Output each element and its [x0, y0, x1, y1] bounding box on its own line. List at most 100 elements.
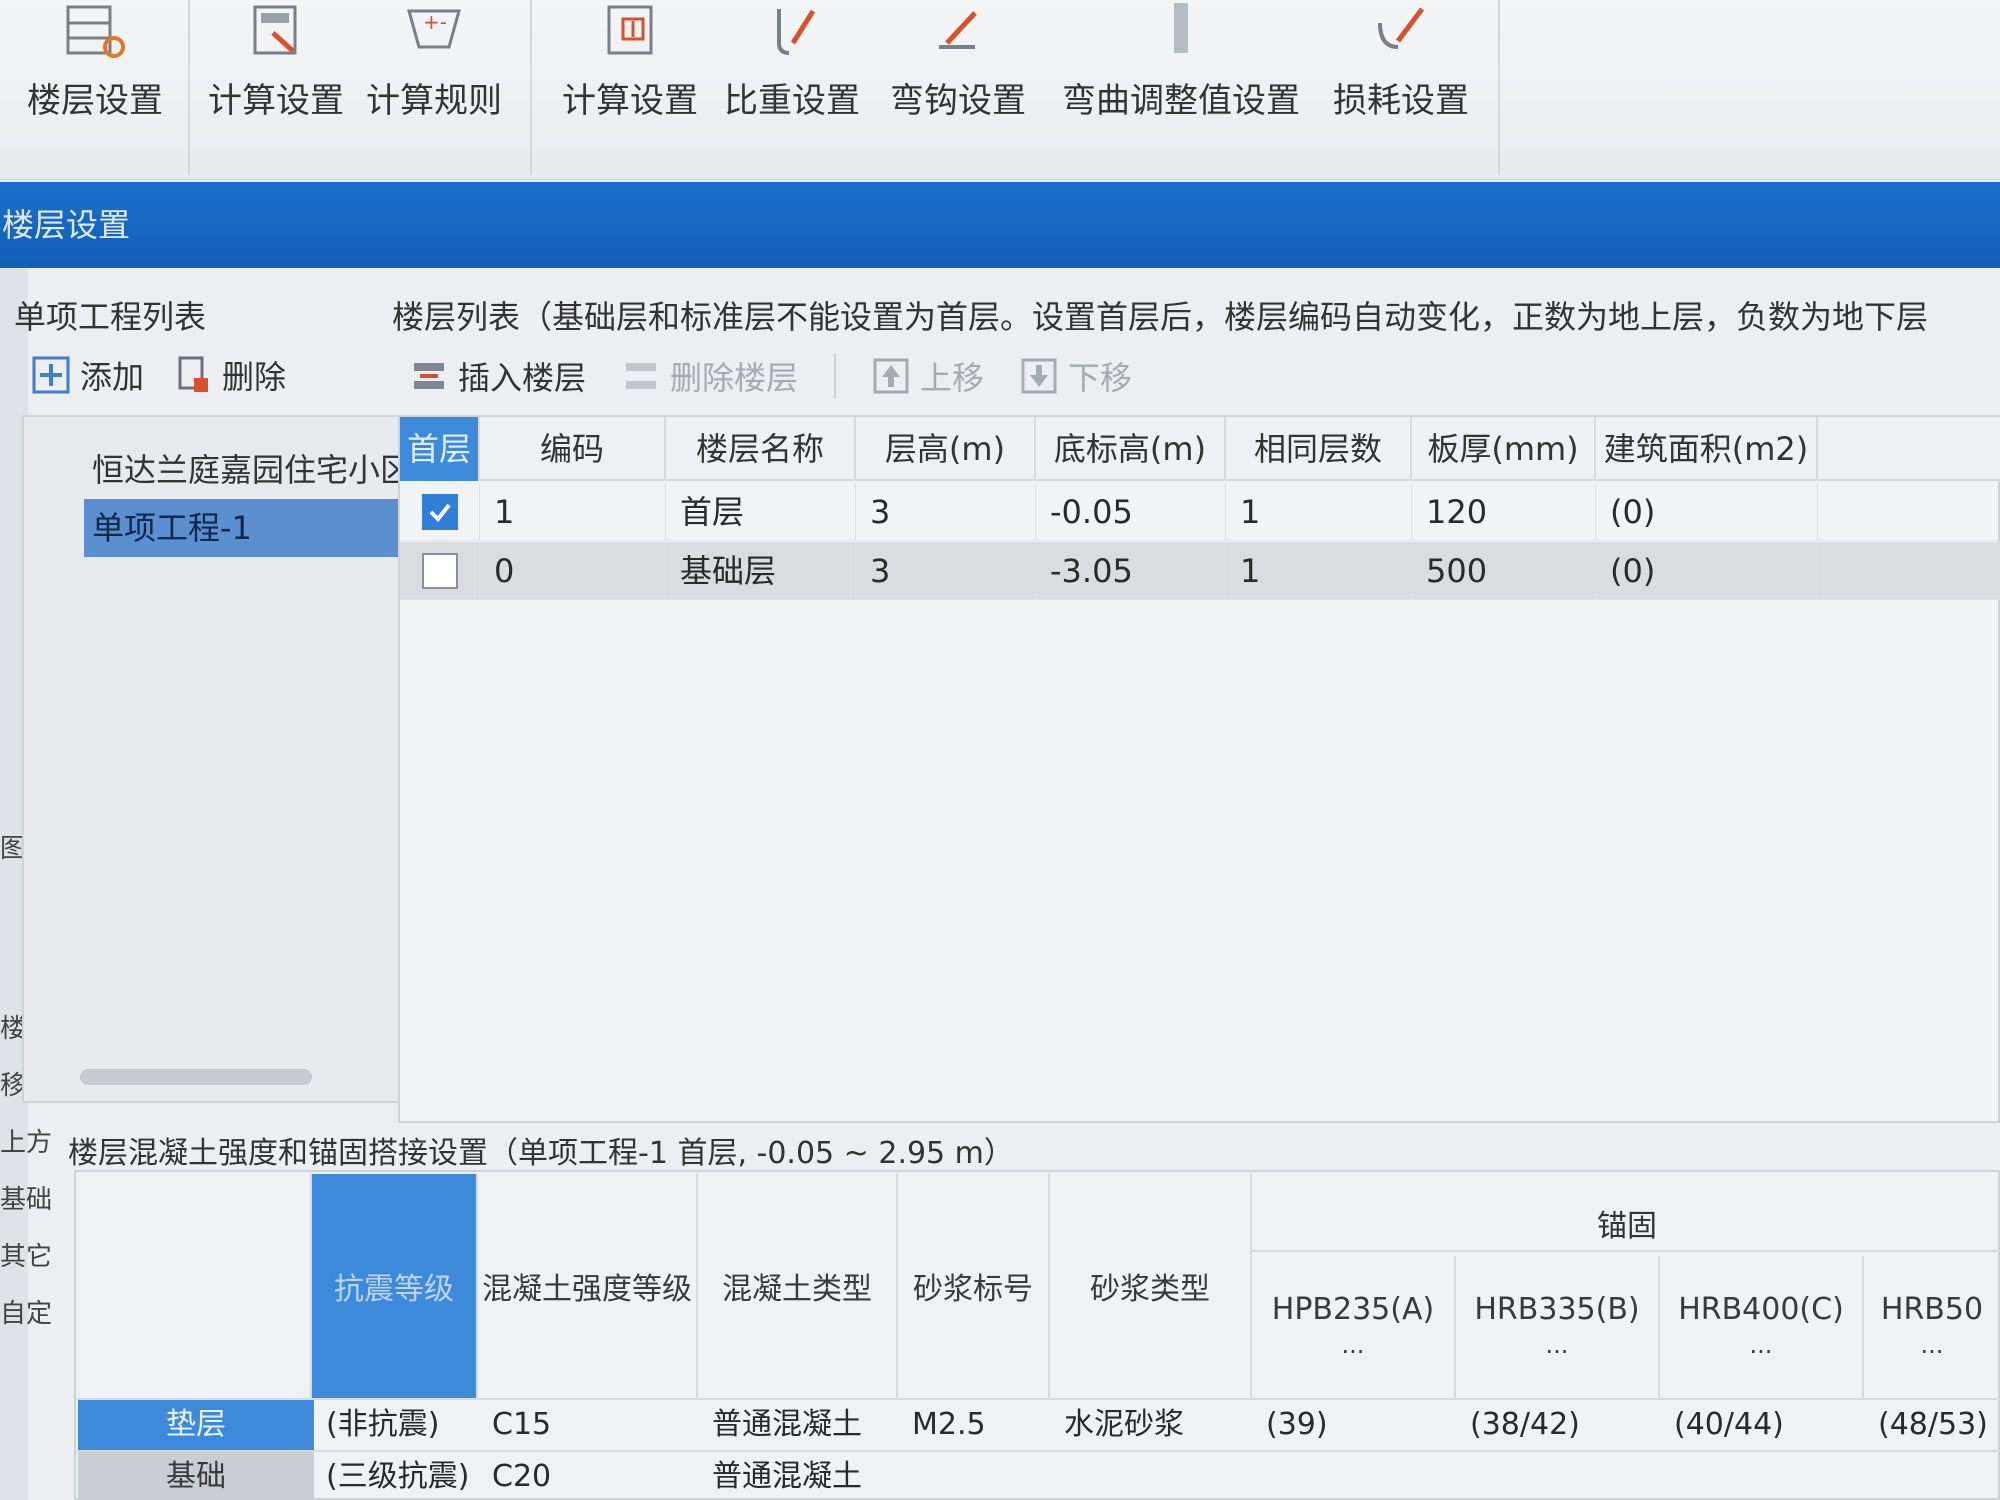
- insert-floor-icon: [414, 363, 444, 389]
- col-concrete-strength[interactable]: 混凝土强度等级: [478, 1174, 698, 1398]
- table-row[interactable]: 垫层 (非抗震) C15 普通混凝土 M2.5 水泥砂浆 (39) (38/42…: [76, 1398, 2000, 1450]
- anchor-hrb335-cell[interactable]: (38/42): [1458, 1400, 1580, 1450]
- first-floor-checkbox[interactable]: [421, 553, 458, 589]
- ribbon-label: 计算规则: [366, 81, 502, 121]
- hook-settings-icon: [939, 11, 977, 49]
- first-floor-checkbox[interactable]: [421, 494, 458, 530]
- floor-height-cell[interactable]: 3: [856, 483, 1036, 541]
- delete-project-button[interactable]: 删除: [174, 352, 286, 398]
- col-hrb500[interactable]: HRB50 ...: [1864, 1256, 2000, 1398]
- project-item[interactable]: 恒达兰庭嘉园住宅小区: [84, 441, 420, 499]
- rebar-col-label: HRB50: [1880, 1292, 1984, 1327]
- seismic-cell[interactable]: (三级抗震): [314, 1452, 469, 1500]
- ellipsis-label: ...: [1749, 1331, 1773, 1359]
- rebar-calc-settings-button[interactable]: 计算设置: [560, 0, 700, 150]
- code-cell[interactable]: 0: [480, 542, 666, 600]
- calc-rules-button[interactable]: +- 计算规则: [364, 0, 504, 150]
- first-floor-cell[interactable]: [400, 542, 480, 600]
- first-floor-cell[interactable]: [400, 483, 480, 541]
- anchor-hpb235-cell[interactable]: (39): [1254, 1400, 1328, 1450]
- bend-adjust-button[interactable]: 弯曲调整值设置: [1056, 0, 1306, 150]
- density-settings-button[interactable]: 比重设置: [722, 0, 862, 150]
- col-code[interactable]: 编码: [480, 417, 666, 481]
- hook-settings-button[interactable]: 弯钩设置: [888, 0, 1028, 150]
- delete-doc-icon: [178, 356, 209, 392]
- move-down-button[interactable]: 下移: [1020, 353, 1132, 399]
- col-base-elevation[interactable]: 底标高(m): [1036, 417, 1226, 481]
- col-mortar-grade[interactable]: 砂浆标号: [898, 1174, 1050, 1398]
- delete-floor-icon: [626, 363, 657, 389]
- strength-cell[interactable]: C15: [480, 1400, 551, 1450]
- col-slab-thickness[interactable]: 板厚(mm): [1412, 417, 1596, 481]
- anchor-hrb400-cell[interactable]: (40/44): [1662, 1400, 1784, 1450]
- rebar-calc-settings-icon: [607, 5, 653, 55]
- row-label[interactable]: 垫层: [78, 1400, 314, 1450]
- col-mortar-type[interactable]: 砂浆类型: [1050, 1174, 1252, 1398]
- anchor-hrb500-cell[interactable]: (48/53): [1866, 1400, 1988, 1450]
- side-label[interactable]: 其它: [0, 1236, 52, 1273]
- floor-height-cell[interactable]: 3: [856, 542, 1036, 600]
- project-item-selected[interactable]: 单项工程-1: [84, 499, 402, 557]
- slab-thickness-cell[interactable]: 120: [1412, 483, 1596, 541]
- col-floor-name[interactable]: 楼层名称: [666, 417, 856, 481]
- floor-name-cell[interactable]: 基础层: [666, 542, 856, 600]
- concrete-section-title: 楼层混凝土强度和锚固搭接设置（单项工程-1 首层, -0.05 ~ 2.95 m…: [68, 1136, 1014, 1171]
- building-area-cell: (0): [1596, 483, 1818, 541]
- delete-floor-label: 删除楼层: [670, 359, 799, 397]
- horizontal-scrollbar[interactable]: [80, 1069, 312, 1085]
- code-cell[interactable]: 1: [480, 483, 666, 541]
- floor-settings-icon: [66, 5, 125, 58]
- floor-table: 首层 编码 楼层名称 层高(m) 底标高(m) 相同层数 板厚(mm) 建筑面积…: [398, 415, 2000, 1123]
- concrete-type-cell[interactable]: 普通混凝土: [700, 1400, 862, 1450]
- move-up-button[interactable]: 上移: [872, 353, 984, 399]
- floor-settings-button[interactable]: 楼层设置: [20, 0, 170, 150]
- col-hrb400[interactable]: HRB400(C) ...: [1660, 1256, 1864, 1398]
- concrete-table: 抗震等级 混凝土强度等级 混凝土类型 砂浆标号 砂浆类型 锚固 HPB235(A…: [74, 1170, 2000, 1500]
- table-row[interactable]: 1 首层 3 -0.05 1 120 (0): [400, 483, 2000, 541]
- ellipsis-label: ...: [1920, 1331, 1944, 1359]
- col-concrete-type[interactable]: 混凝土类型: [698, 1174, 898, 1398]
- loss-settings-button[interactable]: 损耗设置: [1326, 0, 1476, 150]
- anchor-group-header: 锚固: [1252, 1202, 2000, 1252]
- dialog-title: 楼层设置: [0, 182, 2000, 268]
- add-label: 添加: [80, 358, 145, 396]
- same-floors-cell[interactable]: 1: [1226, 483, 1412, 541]
- bend-adjust-icon: [1174, 3, 1188, 53]
- side-label[interactable]: 上方: [0, 1122, 52, 1159]
- rebar-col-label: HRB400(C): [1678, 1292, 1844, 1327]
- density-settings-icon: [777, 9, 816, 55]
- col-seismic-grade[interactable]: 抗震等级: [312, 1174, 478, 1398]
- floor-list-title: 楼层列表（基础层和标准层不能设置为首层。设置首层后，楼层编码自动变化，正数为地上…: [392, 298, 1929, 336]
- ellipsis-label: ...: [1341, 1331, 1365, 1359]
- add-project-button[interactable]: 添加: [32, 352, 144, 398]
- col-first-floor[interactable]: 首层: [400, 417, 480, 481]
- col-same-floors[interactable]: 相同层数: [1226, 417, 1412, 481]
- calc-settings-button[interactable]: 计算设置: [206, 0, 346, 150]
- row-label[interactable]: 基础: [78, 1452, 314, 1500]
- col-floor-height[interactable]: 层高(m): [856, 417, 1036, 481]
- toolbar-divider: [834, 353, 837, 399]
- side-label[interactable]: 自定: [0, 1293, 52, 1330]
- delete-floor-button[interactable]: 删除楼层: [622, 353, 798, 399]
- col-hrb335[interactable]: HRB335(B) ...: [1456, 1256, 1660, 1398]
- col-hpb235[interactable]: HPB235(A) ...: [1252, 1256, 1456, 1398]
- slab-thickness-cell[interactable]: 500: [1412, 542, 1596, 600]
- table-row[interactable]: 0 基础层 3 -3.05 1 500 (0): [400, 542, 2000, 600]
- same-floors-cell[interactable]: 1: [1226, 542, 1412, 600]
- base-elevation-cell[interactable]: -0.05: [1036, 483, 1226, 541]
- project-list-panel: 恒达兰庭嘉园住宅小区 单项工程-1: [22, 415, 412, 1103]
- strength-cell[interactable]: C20: [480, 1452, 551, 1500]
- side-label[interactable]: 基础: [0, 1179, 52, 1216]
- mortar-type-cell[interactable]: 水泥砂浆: [1052, 1400, 1184, 1450]
- base-elevation-cell[interactable]: -3.05: [1036, 542, 1226, 600]
- seismic-cell[interactable]: (非抗震): [314, 1400, 439, 1450]
- mortar-grade-cell[interactable]: M2.5: [900, 1400, 986, 1450]
- rebar-col-label: HRB335(B): [1474, 1292, 1640, 1327]
- concrete-type-cell[interactable]: 普通混凝土: [700, 1452, 862, 1500]
- col-building-area[interactable]: 建筑面积(m2): [1596, 417, 1818, 481]
- floor-name-cell[interactable]: 首层: [666, 483, 856, 541]
- ribbon-label: 损耗设置: [1333, 81, 1469, 121]
- insert-floor-button[interactable]: 插入楼层: [410, 353, 586, 399]
- table-row[interactable]: 基础 (三级抗震) C20 普通混凝土: [76, 1450, 2000, 1500]
- svg-text:+-: +-: [423, 10, 447, 34]
